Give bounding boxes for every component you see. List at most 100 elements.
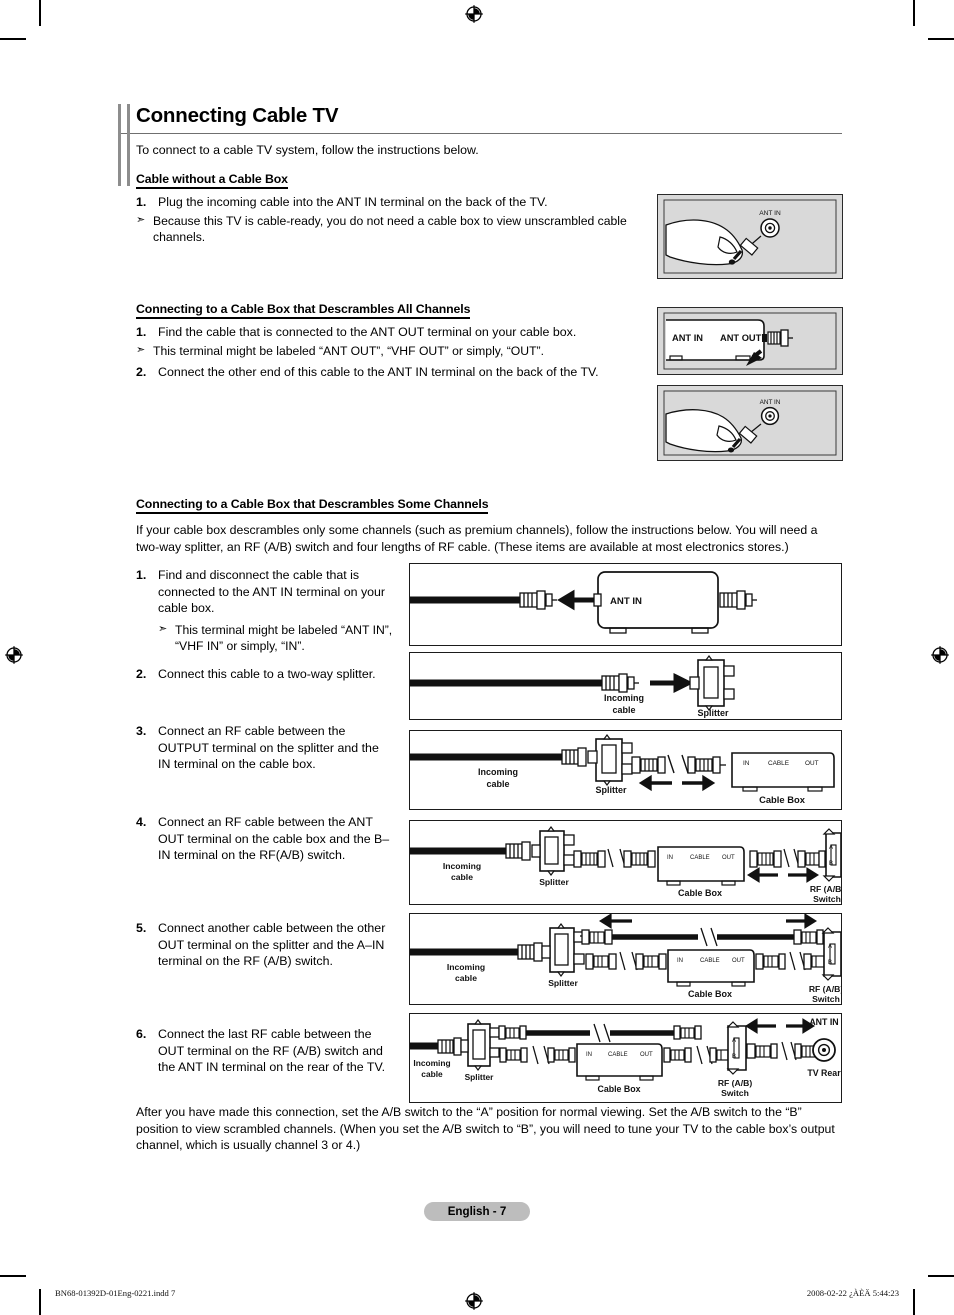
diagram-rf-switch-to-tv-ant-in: Incoming cable Splitter IN CABLE OUT Cab…: [409, 1013, 842, 1103]
print-timestamp: 2008-02-22 ¿ÀÈÄ 5:44:23: [806, 1288, 899, 1298]
svg-text:CABLE: CABLE: [608, 1052, 628, 1058]
step-text: Connect the other end of this cable to t…: [158, 364, 599, 379]
note-arrow-icon: ➣: [136, 213, 146, 226]
step-item: 2. Connect the other end of this cable t…: [136, 364, 646, 381]
step-item: 6. Connect the last RF cable between the…: [136, 1026, 394, 1076]
registration-mark-bottom: [464, 1291, 484, 1311]
step-list-some-channels: 1. Find and disconnect the cable that is…: [136, 562, 394, 655]
step-item: 1. Find the cable that is connected to t…: [136, 324, 646, 341]
step-item: 5. Connect another cable between the oth…: [136, 920, 394, 970]
svg-text:ANT IN: ANT IN: [610, 596, 642, 607]
step-number: 4.: [136, 815, 147, 829]
svg-text:A: A: [732, 1038, 736, 1044]
section-heading: Connecting to a Cable Box that Descrambl…: [136, 497, 489, 514]
section-descrambles-all: Connecting to a Cable Box that Descrambl…: [136, 300, 646, 381]
step-text: Connect the last RF cable between the OU…: [158, 1027, 386, 1075]
svg-text:CABLE: CABLE: [768, 760, 789, 767]
svg-text:cable: cable: [421, 1069, 443, 1079]
step-list: 1. Plug the incoming cable into the ANT …: [136, 194, 646, 245]
diagram-splitter-to-cable-box: Incoming cable Splitter IN CABLE OUT Cab…: [409, 730, 842, 810]
crop-mark-bottom-left-h: [0, 1275, 26, 1277]
note-arrow-icon: ➣: [136, 343, 146, 356]
svg-text:B: B: [732, 1054, 736, 1060]
step-item: 1. Find and disconnect the cable that is…: [136, 567, 394, 617]
step-note: ➣ Because this TV is cable-ready, you do…: [136, 213, 646, 246]
svg-text:cable: cable: [451, 872, 473, 882]
svg-text:Incoming: Incoming: [478, 767, 518, 777]
svg-text:Splitter: Splitter: [548, 978, 578, 988]
svg-text:Switch: Switch: [721, 1088, 749, 1098]
section-descrambles-some: Connecting to a Cable Box that Descrambl…: [136, 495, 842, 555]
registration-mark-left: [4, 645, 24, 665]
svg-text:Switch: Switch: [813, 894, 841, 904]
illustration-hand-ant-in-second: ANT IN: [657, 385, 843, 461]
step-text: Connect this cable to a two-way splitter…: [158, 667, 376, 681]
crop-mark-bottom-left-v: [39, 1289, 41, 1315]
svg-text:cable: cable: [612, 705, 635, 715]
page-intro: To connect to a cable TV system, follow …: [136, 143, 479, 157]
svg-text:CABLE: CABLE: [690, 855, 710, 861]
print-filename: BN68-01392D-01Eng-0221.indd 7: [55, 1288, 176, 1298]
svg-text:IN: IN: [667, 855, 673, 861]
crop-mark-bottom-right-v: [913, 1289, 915, 1315]
svg-text:cable: cable: [455, 973, 477, 983]
step-item: 4. Connect an RF cable between the ANT O…: [136, 814, 394, 864]
svg-text:ANT IN: ANT IN: [809, 1017, 838, 1027]
step-number: 1.: [136, 568, 147, 582]
svg-text:A: A: [828, 944, 832, 950]
svg-text:Splitter: Splitter: [539, 877, 569, 887]
svg-text:ANT IN: ANT IN: [672, 333, 703, 343]
svg-text:CABLE: CABLE: [700, 958, 720, 964]
svg-text:Cable Box: Cable Box: [597, 1084, 640, 1094]
crop-mark-bottom-right-h: [928, 1275, 954, 1277]
diagram-disconnect-cable-from-ant-in: ANT IN: [409, 563, 842, 646]
section-cable-without-box: Cable without a Cable Box 1. Plug the in…: [136, 170, 646, 245]
svg-text:RF (A/B): RF (A/B): [810, 884, 841, 894]
svg-text:OUT: OUT: [732, 958, 745, 964]
svg-text:B: B: [828, 960, 832, 966]
section-intro: If your cable box descrambles only some …: [136, 523, 818, 554]
svg-text:TV Rear: TV Rear: [807, 1068, 841, 1078]
step-number: 1.: [136, 195, 147, 209]
note-text: This terminal might be labeled “ANT OUT”…: [153, 343, 544, 358]
note-text: This terminal might be labeled “ANT IN”,…: [175, 622, 393, 654]
crop-mark-top-right-v: [913, 0, 915, 26]
title-accent-bar: [118, 104, 130, 186]
svg-text:cable: cable: [486, 779, 509, 789]
illustration-hand-ant-in-top: ANT IN: [657, 194, 843, 279]
svg-text:RF (A/B): RF (A/B): [718, 1078, 753, 1088]
svg-text:Cable Box: Cable Box: [759, 794, 806, 805]
step-note: ➣ This terminal might be labeled “ANT OU…: [136, 343, 646, 359]
registration-mark-top: [464, 4, 484, 24]
svg-text:Splitter: Splitter: [697, 708, 729, 718]
svg-text:Cable Box: Cable Box: [688, 989, 732, 999]
step-number: 2.: [136, 364, 147, 379]
svg-text:OUT: OUT: [722, 855, 735, 861]
svg-text:ANT IN: ANT IN: [760, 399, 781, 406]
page-title: Connecting Cable TV: [118, 104, 842, 134]
svg-text:Cable Box: Cable Box: [678, 888, 722, 898]
svg-text:Splitter: Splitter: [595, 785, 627, 795]
step-item: 1. Plug the incoming cable into the ANT …: [136, 194, 646, 211]
registration-mark-right: [930, 645, 950, 665]
crop-mark-top-right-h: [928, 38, 954, 40]
step-text: Connect an RF cable between the OUTPUT t…: [158, 724, 379, 772]
section-heading: Connecting to a Cable Box that Descrambl…: [136, 302, 470, 319]
step-number: 3.: [136, 724, 147, 738]
diagram-cable-to-splitter: Incoming cable Splitter: [409, 652, 842, 720]
diagram-splitter-to-rf-switch-a-in: Incoming cable Splitter IN CABLE OUT Cab…: [409, 913, 842, 1005]
step-text: Connect another cable between the other …: [158, 921, 386, 969]
section-heading: Cable without a Cable Box: [136, 172, 288, 189]
step-number: 6.: [136, 1027, 147, 1041]
step-note: ➣ This terminal might be labeled “ANT IN…: [158, 622, 394, 655]
note-arrow-icon: ➣: [158, 622, 168, 635]
step-list: 1. Find the cable that is connected to t…: [136, 324, 646, 381]
svg-text:OUT: OUT: [640, 1052, 653, 1058]
page-number-badge: English - 7: [424, 1202, 530, 1221]
svg-text:Incoming: Incoming: [413, 1058, 450, 1068]
svg-text:OUT: OUT: [805, 760, 819, 767]
svg-text:IN: IN: [677, 958, 683, 964]
closing-paragraph: After you have made this connection, set…: [136, 1105, 835, 1153]
step-text: Find the cable that is connected to the …: [158, 325, 577, 339]
step-number: 5.: [136, 921, 147, 935]
